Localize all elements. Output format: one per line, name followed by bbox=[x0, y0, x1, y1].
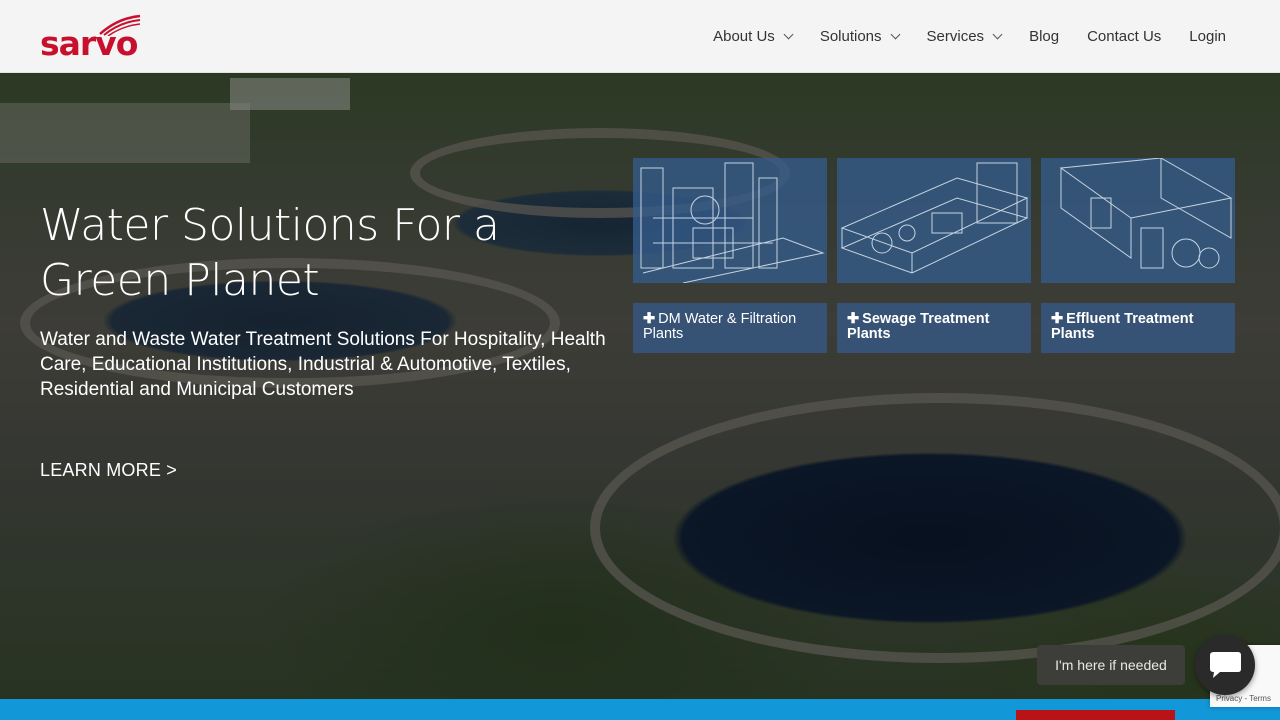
chevron-down-icon bbox=[783, 29, 794, 39]
nav-label: Contact Us bbox=[1087, 27, 1162, 45]
main-nav: About Us Solutions Services Blog Contact… bbox=[685, 0, 1226, 72]
chat-icon bbox=[1210, 652, 1241, 678]
plant-wireframe-icon bbox=[640, 162, 825, 283]
sarvo-logo[interactable]: sarvo bbox=[40, 14, 144, 60]
effluent-plant-image[interactable] bbox=[1041, 158, 1235, 283]
nav-label: Solutions bbox=[819, 27, 882, 45]
nav-label: Blog bbox=[1029, 27, 1060, 45]
card-sewage-treatment[interactable]: ✚ Sewage Treatment Plants bbox=[837, 303, 1031, 353]
learn-more-link[interactable]: LEARN MORE > bbox=[40, 460, 177, 481]
chevron-down-icon bbox=[890, 29, 900, 39]
nav-label: Services bbox=[926, 27, 985, 45]
plant-wireframe-icon bbox=[1059, 158, 1233, 269]
chat-greeting-bubble[interactable]: I'm here if needed bbox=[1037, 645, 1185, 685]
plus-icon: ✚ bbox=[847, 311, 860, 327]
nav-solutions[interactable]: Solutions bbox=[819, 27, 900, 45]
bottom-cta-button[interactable] bbox=[1016, 710, 1175, 720]
nav-about-us[interactable]: About Us bbox=[713, 27, 794, 45]
card-label-text: Effluent Treatment Plants bbox=[1051, 311, 1194, 342]
nav-contact-us[interactable]: Contact Us bbox=[1087, 28, 1161, 45]
nav-label: Login bbox=[1189, 27, 1226, 45]
card-effluent-treatment[interactable]: ✚ Effluent Treatment Plants bbox=[1041, 303, 1235, 353]
hero-title: Water Solutions For a Green Planet bbox=[40, 200, 500, 306]
recaptcha-links: Privacy - Terms bbox=[1216, 694, 1271, 703]
nav-services[interactable]: Services bbox=[926, 27, 1003, 45]
logo-swoosh-icon bbox=[99, 14, 141, 36]
nav-blog[interactable]: Blog bbox=[1029, 28, 1059, 45]
sewage-plant-image[interactable] bbox=[837, 158, 1031, 283]
plus-icon: ✚ bbox=[643, 311, 656, 327]
nav-login[interactable]: Login bbox=[1189, 28, 1226, 45]
chat-launcher-button[interactable] bbox=[1195, 635, 1255, 695]
card-label-text: Sewage Treatment Plants bbox=[847, 311, 990, 342]
hero-section: Water Solutions For a Green Planet Water… bbox=[0, 73, 1280, 699]
plant-wireframe-icon bbox=[840, 162, 1029, 274]
dm-water-plant-image[interactable] bbox=[633, 158, 827, 283]
plus-icon: ✚ bbox=[1051, 311, 1064, 327]
site-header: sarvo About Us Solutions Services Blog C… bbox=[0, 0, 1280, 73]
chevron-down-icon bbox=[992, 29, 1003, 39]
card-label-text: DM Water & Filtration Plants bbox=[643, 311, 797, 342]
hero-subtitle: Water and Waste Water Treatment Solution… bbox=[40, 329, 606, 400]
card-dm-water[interactable]: ✚ DM Water & Filtration Plants bbox=[633, 303, 827, 353]
nav-label: About Us bbox=[713, 27, 775, 45]
